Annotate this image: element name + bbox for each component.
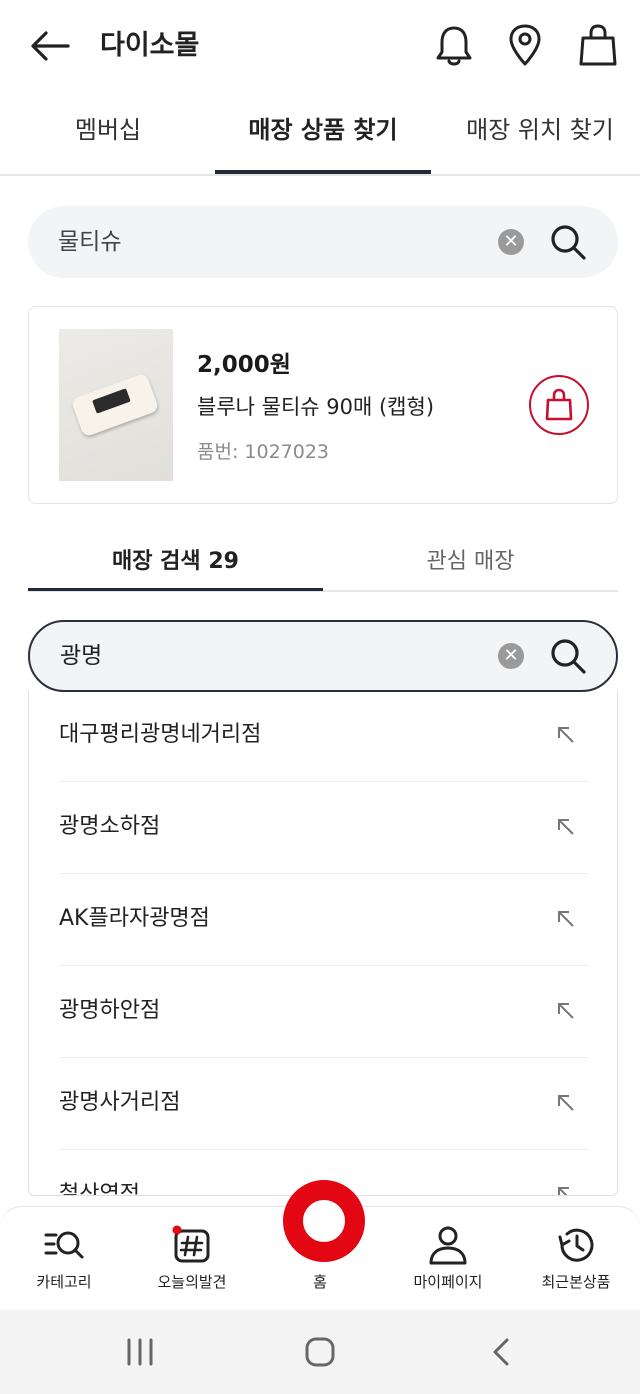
product-search-bar: 물티슈 ✕ xyxy=(28,206,618,278)
arrow-up-left-icon[interactable] xyxy=(555,1184,577,1196)
category-search-icon xyxy=(44,1231,84,1259)
nav-label: 홈 xyxy=(313,1273,327,1291)
tab-store-product-search[interactable]: 매장 상품 찾기 xyxy=(215,112,431,148)
nav-label: 오늘의발견 xyxy=(157,1273,227,1291)
arrow-up-left-icon[interactable] xyxy=(555,816,577,838)
suggestion-label: 대구평리광명네거리점 xyxy=(59,722,262,747)
store-tab-underline xyxy=(28,588,323,591)
list-item[interactable]: AK플라자광명점 xyxy=(59,874,589,966)
store-search-input[interactable]: 광명 xyxy=(60,638,102,674)
app-header: 다이소몰 xyxy=(0,0,640,92)
shopping-bag-icon[interactable] xyxy=(576,22,620,68)
list-item[interactable]: 광명소하점 xyxy=(59,782,589,874)
tab-favorite-stores[interactable]: 관심 매장 xyxy=(323,546,618,578)
product-search-input[interactable]: 물티슈 xyxy=(58,224,121,260)
suggestion-label: AK플라자광명점 xyxy=(59,906,210,931)
tab-active-underline xyxy=(215,170,431,174)
product-price: 2,000원 xyxy=(197,352,291,378)
store-tabs: 매장 검색 29 관심 매장 xyxy=(28,536,618,592)
location-pin-icon[interactable] xyxy=(503,22,547,68)
list-item[interactable]: 광명사거리점 xyxy=(59,1058,589,1150)
nav-label: 마이페이지 xyxy=(413,1273,483,1291)
suggestion-label: 광명하안점 xyxy=(59,998,161,1023)
history-icon xyxy=(558,1228,594,1262)
nav-category[interactable]: 카테고리 xyxy=(0,1207,128,1311)
bell-icon[interactable] xyxy=(432,22,476,68)
tab-store-location-search[interactable]: 매장 위치 찾기 xyxy=(452,112,628,148)
suggestion-label: 광명소하점 xyxy=(59,814,161,839)
back-icon[interactable] xyxy=(482,1332,522,1372)
nav-label: 최근본상품 xyxy=(541,1273,611,1291)
nav-recent-products[interactable]: 최근본상품 xyxy=(512,1207,640,1311)
home-ring-icon[interactable] xyxy=(283,1180,365,1262)
arrow-up-left-icon[interactable] xyxy=(555,908,577,930)
back-arrow-icon[interactable] xyxy=(28,28,72,64)
page-title: 다이소몰 xyxy=(100,30,200,61)
recent-apps-icon[interactable] xyxy=(120,1332,160,1372)
product-card[interactable]: 2,000원 블루나 물티슈 90매 (캡형) 품번: 1027023 xyxy=(28,306,618,504)
product-code: 품번: 1027023 xyxy=(197,441,330,463)
nav-mypage[interactable]: 마이페이지 xyxy=(384,1207,512,1311)
product-name: 블루나 물티슈 90매 (캡형) xyxy=(197,395,435,419)
tab-membership[interactable]: 멤버십 xyxy=(28,112,188,148)
nav-label: 카테고리 xyxy=(36,1273,92,1291)
main-tabs: 멤버십 매장 상품 찾기 매장 위치 찾기 xyxy=(0,92,640,176)
clear-icon[interactable]: ✕ xyxy=(498,229,524,255)
tab-store-search[interactable]: 매장 검색 29 xyxy=(28,546,323,578)
arrow-up-left-icon[interactable] xyxy=(555,724,577,746)
hashtag-icon xyxy=(172,1225,210,1263)
nav-today-discovery[interactable]: 오늘의발견 xyxy=(128,1207,256,1311)
store-search-bar: 광명 ✕ xyxy=(28,620,618,692)
arrow-up-left-icon[interactable] xyxy=(555,1092,577,1114)
list-item[interactable]: 광명하안점 xyxy=(59,966,589,1058)
home-icon[interactable] xyxy=(300,1332,340,1372)
suggestion-label: 철산역점 xyxy=(59,1182,140,1196)
product-image xyxy=(59,329,173,481)
search-icon[interactable] xyxy=(548,222,588,262)
arrow-up-left-icon[interactable] xyxy=(555,1000,577,1022)
store-suggestion-list: 대구평리광명네거리점 광명소하점 AK플라자광명점 광명하안점 광명사거리점 철… xyxy=(28,690,618,1196)
add-to-cart-button[interactable] xyxy=(529,375,589,435)
system-nav-bar xyxy=(0,1310,640,1394)
clear-icon[interactable]: ✕ xyxy=(498,643,524,669)
shopping-bag-icon xyxy=(545,388,573,421)
suggestion-label: 광명사거리점 xyxy=(59,1090,181,1115)
search-icon[interactable] xyxy=(548,636,588,676)
person-icon xyxy=(429,1226,467,1265)
list-item[interactable]: 대구평리광명네거리점 xyxy=(59,690,589,782)
